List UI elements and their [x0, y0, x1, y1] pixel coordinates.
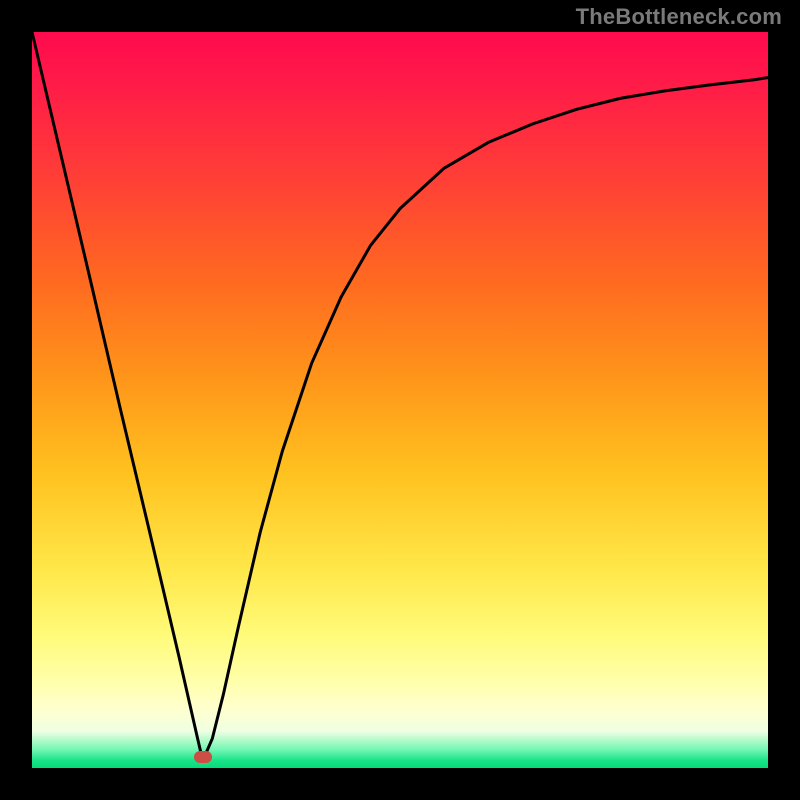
chart-curve — [32, 32, 768, 761]
chart-plot-area — [32, 32, 768, 768]
watermark-text: TheBottleneck.com — [576, 4, 782, 30]
chart-minimum-marker — [194, 751, 212, 763]
chart-curve-layer — [32, 32, 768, 768]
